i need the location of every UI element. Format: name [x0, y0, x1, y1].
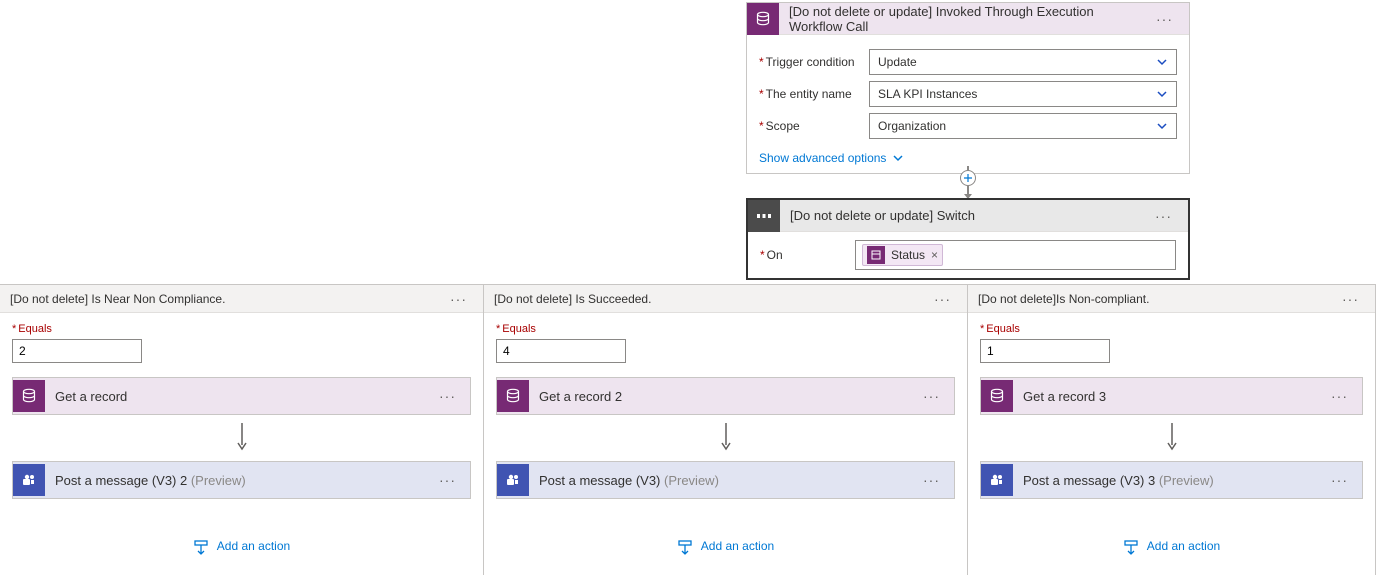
scope-select[interactable]: Organization [869, 113, 1177, 139]
trigger-card[interactable]: [Do not delete or update] Invoked Throug… [746, 2, 1190, 174]
trigger-title: [Do not delete or update] Invoked Throug… [789, 4, 1150, 34]
connector-arrow [967, 186, 969, 196]
token-remove-icon[interactable]: × [931, 248, 938, 262]
action-more-button[interactable]: ··· [1325, 468, 1354, 492]
status-token[interactable]: Status × [862, 244, 943, 266]
equals-label: *Equals [496, 323, 955, 335]
action-more-button[interactable]: ··· [433, 384, 462, 408]
trigger-card-header[interactable]: [Do not delete or update] Invoked Throug… [747, 3, 1189, 35]
action-title: Post a message (V3) (Preview) [539, 473, 917, 488]
database-icon [497, 380, 529, 412]
case-title: [Do not delete] Is Succeeded. [494, 292, 928, 306]
add-action-icon [193, 539, 209, 555]
case-header[interactable]: [Do not delete] Is Succeeded. ··· [484, 285, 967, 313]
action-more-button[interactable]: ··· [433, 468, 462, 492]
equals-input[interactable] [496, 339, 626, 363]
equals-label: *Equals [980, 323, 1363, 335]
switch-on-input[interactable]: Status × [855, 240, 1176, 270]
entity-name-select[interactable]: SLA KPI Instances [869, 81, 1177, 107]
trigger-more-button[interactable]: ··· [1150, 7, 1179, 31]
chevron-down-icon [1156, 88, 1168, 100]
add-action-icon [1123, 539, 1139, 555]
action-more-button[interactable]: ··· [1325, 384, 1354, 408]
connector-arrow [496, 423, 955, 451]
add-action-button[interactable]: Add an action [496, 539, 955, 555]
scope-label: *Scope [759, 119, 869, 133]
switch-more-button[interactable]: ··· [1149, 204, 1178, 228]
post-message-action[interactable]: Post a message (V3) 3 (Preview) ··· [980, 461, 1363, 499]
connector-arrow [12, 423, 471, 451]
post-message-action[interactable]: Post a message (V3) (Preview) ··· [496, 461, 955, 499]
trigger-card-body: *Trigger condition Update *The entity na… [747, 35, 1189, 173]
entity-name-value: SLA KPI Instances [878, 87, 977, 101]
case-title: [Do not delete]Is Non-compliant. [978, 292, 1336, 306]
trigger-condition-select[interactable]: Update [869, 49, 1177, 75]
add-step-button[interactable] [960, 170, 976, 186]
database-icon [981, 380, 1013, 412]
scope-value: Organization [878, 119, 946, 133]
case-noncompliant: [Do not delete]Is Non-compliant. ··· *Eq… [968, 284, 1376, 575]
connector-arrow [980, 423, 1363, 451]
equals-label: *Equals [12, 323, 471, 335]
teams-icon [497, 464, 529, 496]
switch-card[interactable]: [Do not delete or update] Switch ··· *On… [746, 198, 1190, 280]
chevron-down-icon [1156, 56, 1168, 68]
entity-name-label: *The entity name [759, 87, 869, 101]
action-title: Get a record 3 [1023, 389, 1325, 404]
case-more-button[interactable]: ··· [928, 287, 957, 311]
case-near-noncompliance: [Do not delete] Is Near Non Compliance. … [0, 284, 484, 575]
chevron-down-icon [892, 152, 904, 164]
token-entity-icon [867, 246, 885, 264]
switch-on-row: *On Status × [748, 232, 1188, 278]
switch-icon [748, 200, 780, 232]
cases-row: [Do not delete] Is Near Non Compliance. … [0, 284, 1376, 575]
case-header[interactable]: [Do not delete] Is Near Non Compliance. … [0, 285, 483, 313]
token-label: Status [891, 248, 925, 262]
action-more-button[interactable]: ··· [917, 384, 946, 408]
teams-icon [13, 464, 45, 496]
get-record-action[interactable]: Get a record 2 ··· [496, 377, 955, 415]
action-title: Get a record [55, 389, 433, 404]
teams-icon [981, 464, 1013, 496]
switch-title: [Do not delete or update] Switch [790, 208, 1149, 223]
chevron-down-icon [1156, 120, 1168, 132]
add-action-button[interactable]: Add an action [12, 539, 471, 555]
case-more-button[interactable]: ··· [1336, 287, 1365, 311]
case-succeeded: [Do not delete] Is Succeeded. ··· *Equal… [484, 284, 968, 575]
action-more-button[interactable]: ··· [917, 468, 946, 492]
equals-input[interactable] [980, 339, 1110, 363]
trigger-condition-value: Update [878, 55, 917, 69]
get-record-action[interactable]: Get a record 3 ··· [980, 377, 1363, 415]
add-action-button[interactable]: Add an action [980, 539, 1363, 555]
action-title: Post a message (V3) 3 (Preview) [1023, 473, 1325, 488]
database-icon [13, 380, 45, 412]
action-title: Post a message (V3) 2 (Preview) [55, 473, 433, 488]
case-header[interactable]: [Do not delete]Is Non-compliant. ··· [968, 285, 1375, 313]
add-action-icon [677, 539, 693, 555]
trigger-condition-label: *Trigger condition [759, 55, 869, 69]
action-title: Get a record 2 [539, 389, 917, 404]
show-advanced-options-link[interactable]: Show advanced options [759, 151, 904, 165]
switch-on-label: *On [760, 248, 855, 262]
case-more-button[interactable]: ··· [444, 287, 473, 311]
post-message-action[interactable]: Post a message (V3) 2 (Preview) ··· [12, 461, 471, 499]
equals-input[interactable] [12, 339, 142, 363]
database-icon [747, 3, 779, 35]
switch-card-header[interactable]: [Do not delete or update] Switch ··· [748, 200, 1188, 232]
case-title: [Do not delete] Is Near Non Compliance. [10, 292, 444, 306]
get-record-action[interactable]: Get a record ··· [12, 377, 471, 415]
